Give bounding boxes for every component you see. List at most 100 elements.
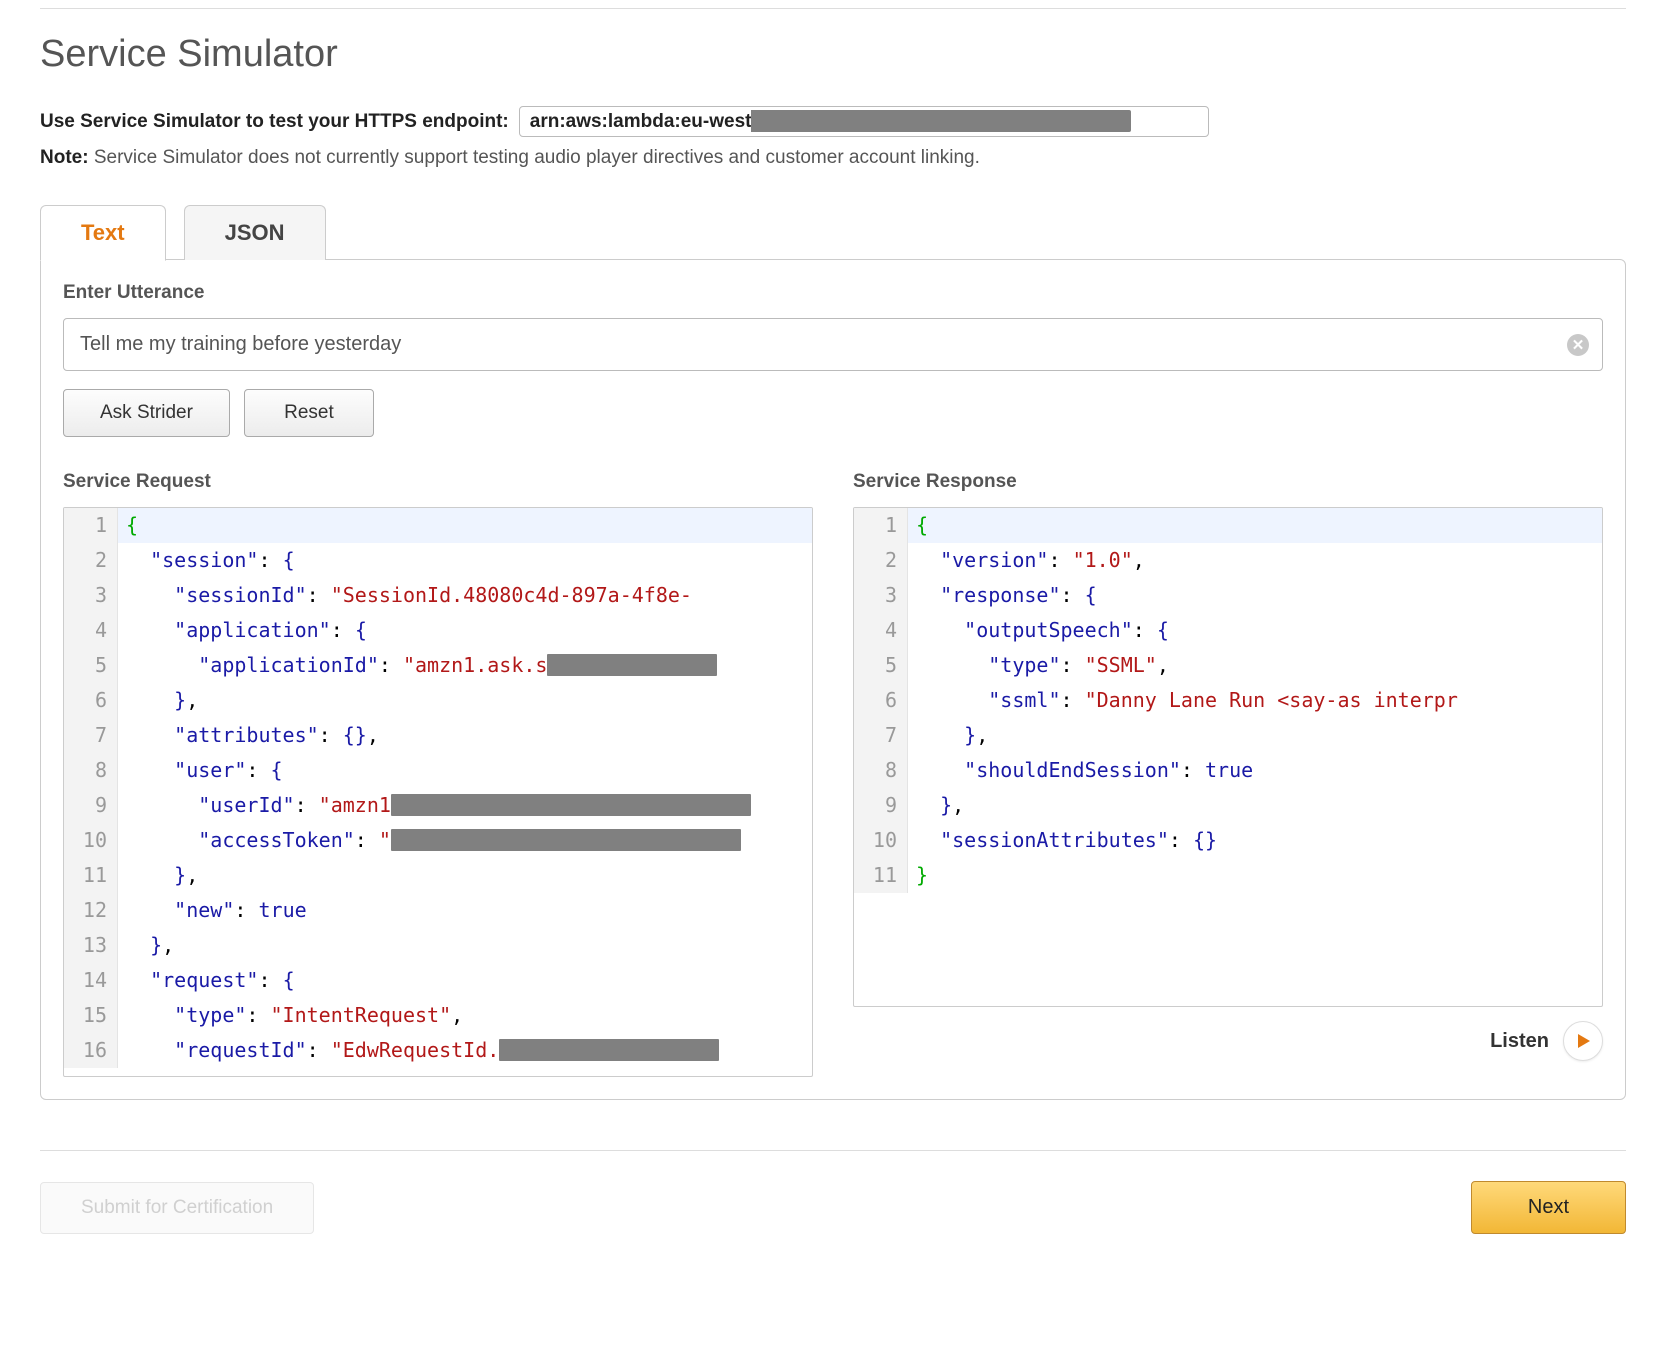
code-content: "attributes": {}, <box>118 718 379 753</box>
line-number: 13 <box>64 928 118 963</box>
utterance-label: Enter Utterance <box>63 282 1603 304</box>
endpoint-value: arn:aws:lambda:eu-west <box>530 111 752 132</box>
code-line: 10 "sessionAttributes": {} <box>854 823 1602 858</box>
service-response-label: Service Response <box>853 471 1603 493</box>
line-number: 6 <box>64 683 118 718</box>
code-line: 11} <box>854 858 1602 893</box>
tabs: Text JSON <box>40 205 1626 260</box>
service-request-column: Service Request 1{2 "session": {3 "sessi… <box>63 471 813 1077</box>
code-content: "version": "1.0", <box>908 543 1145 578</box>
line-number: 11 <box>64 858 118 893</box>
code-content: }, <box>908 718 988 753</box>
code-line: 13 }, <box>64 928 812 963</box>
line-number: 15 <box>64 998 118 1033</box>
code-content: "type": "IntentRequest", <box>118 998 463 1033</box>
code-content: "request": { <box>118 963 295 998</box>
code-content: }, <box>118 683 198 718</box>
tab-text[interactable]: Text <box>40 205 166 261</box>
service-response-column: Service Response 1{2 "version": "1.0",3 … <box>853 471 1603 1077</box>
play-button[interactable] <box>1563 1021 1603 1061</box>
line-number: 7 <box>64 718 118 753</box>
code-line: 5 "applicationId": "amzn1.ask.s <box>64 648 812 683</box>
action-buttons: Ask Strider Reset <box>63 389 1603 437</box>
code-content: }, <box>908 788 964 823</box>
simulator-panel: Enter Utterance ✕ Ask Strider Reset Serv… <box>40 259 1626 1100</box>
next-button[interactable]: Next <box>1471 1181 1626 1234</box>
code-content: "shouldEndSession": true <box>908 753 1253 788</box>
ask-button[interactable]: Ask Strider <box>63 389 230 437</box>
code-line: 15 "type": "IntentRequest", <box>64 998 812 1033</box>
code-line: 3 "response": { <box>854 578 1602 613</box>
line-number: 8 <box>854 753 908 788</box>
line-number: 10 <box>64 823 118 858</box>
code-line: 6 "ssml": "Danny Lane Run <say-as interp… <box>854 683 1602 718</box>
redacted <box>547 654 717 676</box>
code-line: 1{ <box>854 508 1602 543</box>
code-content: "outputSpeech": { <box>908 613 1169 648</box>
note-line: Note: Service Simulator does not current… <box>40 147 1626 169</box>
line-number: 5 <box>64 648 118 683</box>
code-content: "response": { <box>908 578 1097 613</box>
code-content: "accessToken": " <box>118 823 741 858</box>
code-line: 7 "attributes": {}, <box>64 718 812 753</box>
line-number: 6 <box>854 683 908 718</box>
note-text: Service Simulator does not currently sup… <box>89 147 980 168</box>
code-line: 2 "version": "1.0", <box>854 543 1602 578</box>
line-number: 8 <box>64 753 118 788</box>
code-content: "userId": "amzn1 <box>118 788 751 823</box>
code-content: }, <box>118 928 174 963</box>
code-line: 14 "request": { <box>64 963 812 998</box>
code-content: { <box>908 508 928 543</box>
code-content: "sessionAttributes": {} <box>908 823 1217 858</box>
code-line: 9 }, <box>854 788 1602 823</box>
line-number: 1 <box>64 508 118 543</box>
listen-row: Listen <box>853 1021 1603 1061</box>
line-number: 3 <box>854 578 908 613</box>
code-line: 8 "user": { <box>64 753 812 788</box>
utterance-wrap: ✕ <box>63 318 1603 371</box>
code-line: 4 "application": { <box>64 613 812 648</box>
code-line: 10 "accessToken": " <box>64 823 812 858</box>
code-content: }, <box>118 858 198 893</box>
line-number: 10 <box>854 823 908 858</box>
line-number: 7 <box>854 718 908 753</box>
line-number: 16 <box>64 1033 118 1068</box>
code-line: 16 "requestId": "EdwRequestId. <box>64 1033 812 1068</box>
code-content: "new": true <box>118 893 307 928</box>
line-number: 4 <box>854 613 908 648</box>
code-line: 12 "new": true <box>64 893 812 928</box>
page-title: Service Simulator <box>40 33 1626 76</box>
line-number: 9 <box>854 788 908 823</box>
service-request-code[interactable]: 1{2 "session": {3 "sessionId": "SessionI… <box>63 507 813 1077</box>
code-line: 3 "sessionId": "SessionId.48080c4d-897a-… <box>64 578 812 613</box>
play-icon <box>1575 1033 1591 1049</box>
endpoint-intro-label: Use Service Simulator to test your HTTPS… <box>40 111 509 133</box>
clear-utterance-icon[interactable]: ✕ <box>1567 334 1589 356</box>
redacted <box>391 794 751 816</box>
top-divider <box>40 8 1626 9</box>
code-content: "user": { <box>118 753 283 788</box>
code-content: "application": { <box>118 613 367 648</box>
code-content: "sessionId": "SessionId.48080c4d-897a-4f… <box>118 578 692 613</box>
code-line: 6 }, <box>64 683 812 718</box>
line-number: 3 <box>64 578 118 613</box>
service-response-code[interactable]: 1{2 "version": "1.0",3 "response": {4 "o… <box>853 507 1603 1007</box>
code-content: "type": "SSML", <box>908 648 1169 683</box>
line-number: 4 <box>64 613 118 648</box>
endpoint-box[interactable]: arn:aws:lambda:eu-west <box>519 106 1209 137</box>
submit-certification-button: Submit for Certification <box>40 1182 314 1234</box>
code-content: "requestId": "EdwRequestId. <box>118 1033 719 1068</box>
code-content: "applicationId": "amzn1.ask.s <box>118 648 717 683</box>
endpoint-intro: Use Service Simulator to test your HTTPS… <box>40 106 1626 137</box>
tab-json[interactable]: JSON <box>184 205 326 260</box>
line-number: 2 <box>854 543 908 578</box>
code-line: 11 }, <box>64 858 812 893</box>
utterance-input[interactable] <box>63 318 1603 371</box>
code-line: 7 }, <box>854 718 1602 753</box>
reset-button[interactable]: Reset <box>244 389 374 437</box>
redacted <box>391 829 741 851</box>
code-content: { <box>118 508 138 543</box>
code-line: 4 "outputSpeech": { <box>854 613 1602 648</box>
line-number: 11 <box>854 858 908 893</box>
note-prefix: Note: <box>40 147 89 168</box>
